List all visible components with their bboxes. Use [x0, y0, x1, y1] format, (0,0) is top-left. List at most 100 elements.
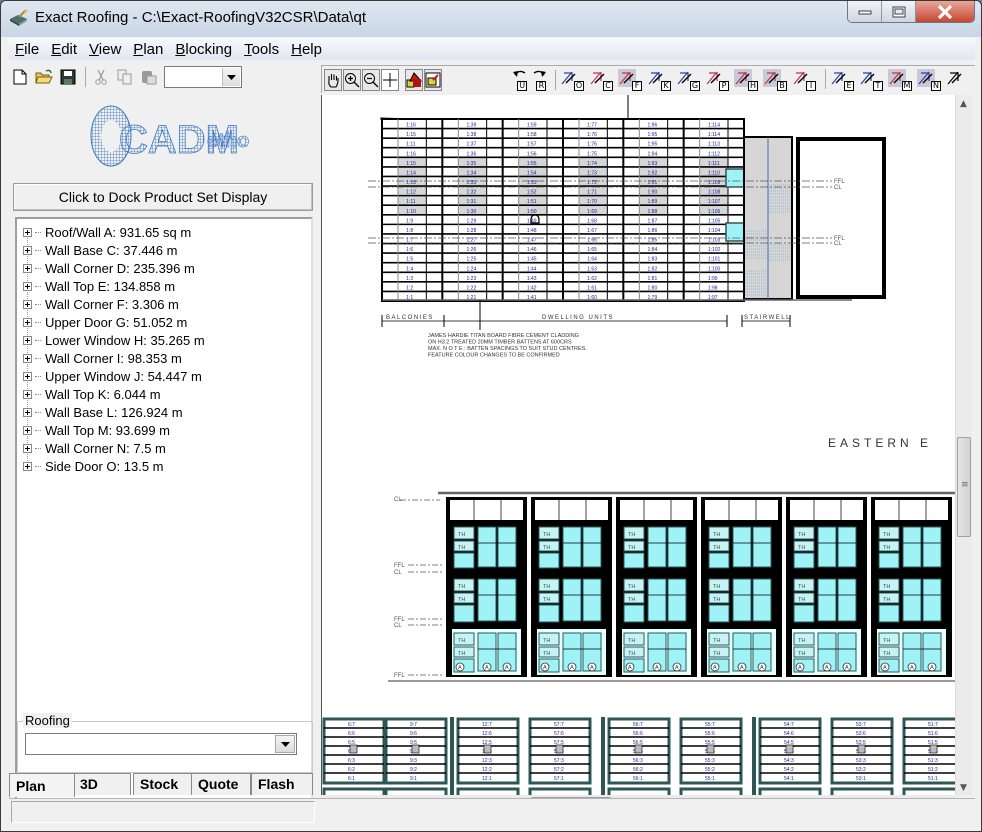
tree-item[interactable]: Upper Window J: 54.447 m	[17, 367, 311, 385]
tree-item[interactable]: Wall Top E: 134.858 m	[17, 277, 311, 295]
expand-plus-icon[interactable]	[23, 227, 32, 237]
panel-label: 1:5	[406, 257, 413, 263]
panel-label: 1:44	[527, 266, 537, 272]
title-bar[interactable]: Exact Roofing - C:\Exact-RoofingV32CSR\D…	[1, 1, 981, 37]
tab-flash[interactable]: Flash	[251, 773, 313, 795]
tree-item[interactable]: Wall Top M: 93.699 m	[17, 421, 311, 439]
tool-k-button[interactable]: K	[647, 69, 671, 91]
toolbar-combo-dropdown[interactable]	[222, 68, 240, 86]
dock-product-set-button[interactable]: Click to Dock Product Set Display	[13, 183, 313, 211]
panel-label: 1:111	[708, 161, 720, 167]
tree-item-label: Wall Top M: 93.699 m	[45, 422, 170, 438]
undo-button[interactable]: U	[512, 69, 528, 91]
expand-plus-icon[interactable]	[23, 461, 32, 471]
menu-view[interactable]: View	[83, 41, 127, 58]
tree-item[interactable]: Wall Corner D: 235.396 m	[17, 259, 311, 277]
menu-help[interactable]: Help	[285, 41, 328, 58]
zoom-in-button[interactable]	[343, 68, 361, 91]
tab-stock[interactable]: Stock	[133, 773, 193, 795]
expand-plus-icon[interactable]	[23, 263, 32, 273]
menu-blocking[interactable]: Blocking	[169, 41, 238, 58]
lower-panel-label: 57:3	[554, 758, 564, 764]
redo-button[interactable]: R	[532, 69, 547, 91]
pan-button[interactable]	[324, 68, 342, 91]
tab-quote[interactable]: Quote	[191, 773, 251, 795]
elevation-bay: TH TH TH TH TH TH A A A	[531, 497, 612, 677]
panel-label: 1:9	[406, 218, 413, 224]
tree-item[interactable]: Wall Corner F: 3.306 m	[17, 295, 311, 313]
redo-icon	[533, 70, 547, 77]
tool-f-button[interactable]: F	[618, 68, 642, 91]
shapes-button[interactable]	[404, 68, 423, 91]
expand-plus-icon[interactable]	[23, 425, 32, 435]
scroll-down-icon[interactable]: ▼	[960, 783, 967, 793]
expand-plus-icon[interactable]	[23, 407, 32, 417]
door-tag: A	[675, 665, 679, 671]
roofing-select-dropdown[interactable]	[275, 735, 295, 753]
copy-button[interactable]	[114, 66, 136, 88]
maximize-button[interactable]	[882, 1, 916, 22]
elevation-drawing[interactable]: 1:161:151:111:161:151:141:131:121:111:10…	[322, 95, 955, 795]
panel-label: 1:105	[708, 218, 721, 224]
paste-button[interactable]	[138, 66, 160, 88]
tool-t-button[interactable]: T	[859, 69, 883, 91]
tree-item[interactable]: Lower Window H: 35.265 m	[17, 331, 311, 349]
expand-plus-icon[interactable]	[23, 335, 32, 345]
expand-plus-icon[interactable]	[23, 389, 32, 399]
tool-m-button[interactable]: M	[888, 68, 912, 91]
tool-c-button[interactable]: C	[589, 69, 613, 91]
tab-plan[interactable]: Plan	[9, 773, 75, 797]
picture-button[interactable]	[423, 68, 442, 91]
vertical-scrollbar[interactable]: ▲ ≡ ▼	[955, 95, 972, 795]
roofing-select[interactable]	[25, 733, 297, 755]
tree-item[interactable]: Wall Base C: 37.446 m	[17, 241, 311, 259]
tool-o-button[interactable]: O	[560, 69, 584, 91]
tool-h-button[interactable]: H	[734, 68, 758, 91]
toolbar-separator	[85, 67, 86, 87]
expand-plus-icon[interactable]	[23, 443, 32, 453]
lower-panel-label: 51:7	[928, 722, 938, 728]
expand-plus-icon[interactable]	[23, 371, 32, 381]
menu-file[interactable]: File	[9, 41, 45, 58]
save-button[interactable]	[57, 66, 79, 88]
open-button[interactable]	[33, 66, 55, 88]
tool-extra-button[interactable]	[946, 69, 970, 91]
vertical-scroll-thumb[interactable]: ≡	[957, 437, 971, 537]
new-file-button[interactable]	[9, 66, 31, 88]
tool-i-button[interactable]: I	[792, 69, 816, 91]
panel-label: 1:46	[527, 247, 537, 253]
tool-e-button[interactable]: E	[830, 69, 854, 91]
door-tag: A	[740, 665, 744, 671]
tree-item[interactable]: Wall Base L: 126.924 m	[17, 403, 311, 421]
drawing-canvas[interactable]: 1:16 1:15 1:11 1:16 1:15 1:14 1:13 1:12 1:11 1:10…	[321, 95, 955, 795]
expand-plus-icon[interactable]	[23, 353, 32, 363]
tree-item[interactable]: Wall Corner I: 98.353 m	[17, 349, 311, 367]
tree-item[interactable]: Wall Top K: 6.044 m	[17, 385, 311, 403]
scroll-up-icon[interactable]: ▲	[960, 99, 967, 109]
tool-g-button[interactable]: G	[676, 69, 700, 91]
menu-edit[interactable]: Edit	[45, 41, 83, 58]
close-button[interactable]	[916, 1, 974, 22]
expand-plus-icon[interactable]	[23, 317, 32, 327]
tool-n-button[interactable]: N	[917, 68, 941, 91]
expand-plus-icon[interactable]	[23, 245, 32, 255]
lower-panel: 57:757:657:557:457:357:257:1	[528, 717, 592, 795]
crosshair-button[interactable]	[381, 68, 399, 91]
tool-b-button[interactable]: B	[763, 68, 787, 91]
minimize-button[interactable]	[848, 1, 882, 22]
level-label: FFL	[394, 563, 405, 569]
tree-item[interactable]: Upper Door G: 51.052 m	[17, 313, 311, 331]
panel-label: 1:100	[708, 266, 721, 272]
tab-3d[interactable]: 3D	[73, 773, 131, 795]
tree-item[interactable]: Side Door O: 13.5 m	[17, 457, 311, 475]
tool-p-button[interactable]: P	[705, 69, 729, 91]
expand-plus-icon[interactable]	[23, 281, 32, 291]
zoom-out-button[interactable]	[362, 68, 380, 91]
menu-tools[interactable]: Tools	[238, 41, 285, 58]
tree-item[interactable]: Wall Corner N: 7.5 m	[17, 439, 311, 457]
toolbar-combo[interactable]	[164, 66, 242, 88]
cut-button[interactable]	[90, 66, 112, 88]
menu-plan[interactable]: Plan	[127, 41, 169, 58]
expand-plus-icon[interactable]	[23, 299, 32, 309]
tree-item[interactable]: Roof/Wall A: 931.65 sq m	[17, 223, 311, 241]
